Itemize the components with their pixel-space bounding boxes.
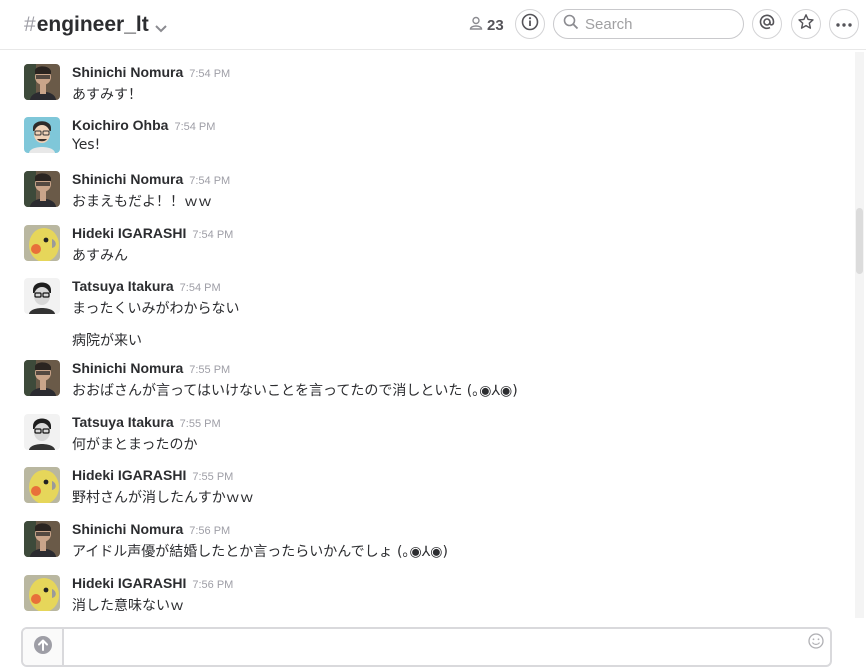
sender-name[interactable]: Tatsuya Itakura: [72, 278, 174, 294]
message-text: おおばさんが言ってはいけないことを言ってたので消しといた (｡◉⅄◉): [72, 383, 518, 399]
emoji-icon[interactable]: [808, 633, 824, 654]
timestamp[interactable]: 7:55 PM: [180, 418, 221, 430]
sender-name[interactable]: Hideki IGARASHI: [72, 225, 186, 241]
timestamp[interactable]: 7:54 PM: [189, 68, 230, 80]
message-meta: Koichiro Ohba 7:54 PM: [72, 117, 215, 135]
message-meta: Tatsuya Itakura 7:54 PM: [72, 278, 221, 296]
timestamp[interactable]: 7:54 PM: [180, 282, 221, 294]
channel-title[interactable]: # engineer_lt: [24, 11, 167, 39]
message-list[interactable]: Shinichi Nomura 7:54 PM あすみす！ Koichiro Oh…: [0, 51, 852, 621]
file-upload-button[interactable]: [23, 629, 64, 665]
starred-button[interactable]: [791, 9, 821, 39]
channel-info-button[interactable]: [515, 9, 545, 39]
timestamp[interactable]: 7:56 PM: [192, 579, 233, 591]
more-icon: [835, 15, 853, 33]
sender-name[interactable]: Hideki IGARASHI: [72, 575, 186, 591]
timestamp[interactable]: 7:55 PM: [192, 471, 233, 483]
mentions-button[interactable]: [752, 9, 782, 39]
member-count-button[interactable]: 23: [469, 16, 504, 34]
more-button[interactable]: [829, 9, 859, 39]
message-meta: Shinichi Nomura 7:55 PM: [72, 360, 230, 378]
message-meta: Shinichi Nomura 7:56 PM: [72, 521, 230, 539]
upload-arrow-icon: [33, 635, 53, 660]
info-icon: [521, 13, 539, 36]
sender-name[interactable]: Shinichi Nomura: [72, 64, 183, 80]
avatar-itakura[interactable]: [24, 278, 60, 314]
message-text: あすみん: [72, 248, 128, 264]
message-meta: Hideki IGARASHI 7:56 PM: [72, 575, 233, 593]
message-text: 病院が来い: [72, 333, 142, 349]
message-text: アイドル声優が結婚したとか言ったらいかんでしょ (｡◉⅄◉): [72, 544, 448, 560]
message-meta: Hideki IGARASHI 7:55 PM: [72, 467, 233, 485]
message-input[interactable]: [71, 637, 801, 657]
message-meta: Tatsuya Itakura 7:55 PM: [72, 414, 221, 432]
channel-hash: #: [24, 13, 36, 36]
sender-name[interactable]: Hideki IGARASHI: [72, 467, 186, 483]
timestamp[interactable]: 7:54 PM: [189, 175, 230, 187]
timestamp[interactable]: 7:56 PM: [189, 525, 230, 537]
sender-name[interactable]: Koichiro Ohba: [72, 117, 168, 133]
search-icon: [563, 14, 579, 35]
sender-name[interactable]: Shinichi Nomura: [72, 360, 183, 376]
scrollbar-track[interactable]: [855, 52, 864, 618]
sender-name[interactable]: Shinichi Nomura: [72, 521, 183, 537]
message-text: あすみす！: [72, 87, 142, 103]
message-text: Yes!: [72, 137, 101, 153]
avatar-nomura[interactable]: [24, 360, 60, 396]
message-text: おまえもだよ！！ｗｗ: [72, 194, 212, 210]
channel-header: # engineer_lt 23: [0, 0, 866, 50]
message-composer: [21, 627, 832, 667]
avatar-bird[interactable]: [24, 225, 60, 261]
avatar-bird[interactable]: [24, 467, 60, 503]
timestamp[interactable]: 7:54 PM: [174, 121, 215, 133]
message-text: 何がまとまったのか: [72, 437, 198, 453]
message-meta: Shinichi Nomura 7:54 PM: [72, 171, 230, 189]
message-meta: Shinichi Nomura 7:54 PM: [72, 64, 230, 82]
avatar-bird[interactable]: [24, 575, 60, 611]
avatar-nomura[interactable]: [24, 171, 60, 207]
star-icon: [797, 13, 815, 36]
person-icon: [469, 16, 487, 34]
sender-name[interactable]: Tatsuya Itakura: [72, 414, 174, 430]
chevron-down-icon: [155, 15, 167, 39]
avatar-nomura[interactable]: [24, 521, 60, 557]
timestamp[interactable]: 7:55 PM: [189, 364, 230, 376]
scrollbar-thumb[interactable]: [856, 208, 863, 274]
avatar-ohba[interactable]: [24, 117, 60, 153]
message-text: まったくいみがわからない: [72, 301, 240, 317]
avatar-nomura[interactable]: [24, 64, 60, 100]
message-text: 野村さんが消したんすかｗｗ: [72, 490, 254, 506]
at-icon: [758, 13, 776, 36]
timestamp[interactable]: 7:54 PM: [192, 229, 233, 241]
slack-app: # engineer_lt 23 Search Shinichi Nomura …: [0, 0, 866, 670]
avatar-itakura[interactable]: [24, 414, 60, 450]
member-count: 23: [487, 16, 504, 34]
sender-name[interactable]: Shinichi Nomura: [72, 171, 183, 187]
search-box[interactable]: [553, 9, 744, 39]
channel-name: engineer_lt: [36, 13, 149, 36]
search-input[interactable]: [585, 15, 735, 33]
message-text: 消した意味ないｗ: [72, 598, 184, 614]
message-meta: Hideki IGARASHI 7:54 PM: [72, 225, 233, 243]
